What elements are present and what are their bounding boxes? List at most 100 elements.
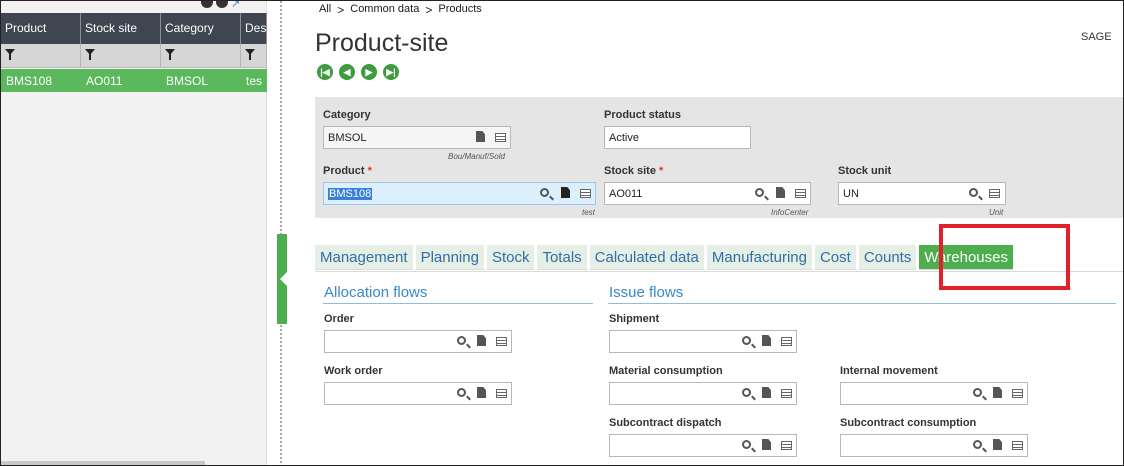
- document-icon[interactable]: [477, 335, 486, 346]
- next-record-icon[interactable]: ▶: [361, 64, 377, 80]
- filter-icon[interactable]: [245, 49, 255, 60]
- grid-col-product[interactable]: Product: [1, 13, 81, 44]
- work-order-field[interactable]: [324, 382, 512, 405]
- subcontract-consumption-label: Subcontract consumption: [840, 417, 977, 429]
- subcontract-consumption-field[interactable]: [840, 434, 1028, 457]
- internal-movement-field[interactable]: [840, 382, 1028, 405]
- category-field[interactable]: BMSOL: [323, 126, 511, 149]
- stock-unit-value: UN: [843, 188, 859, 200]
- expand-icon[interactable]: ↗: [231, 1, 240, 11]
- tab-cost[interactable]: Cost: [814, 245, 856, 270]
- search-icon[interactable]: [973, 388, 982, 397]
- search-icon[interactable]: [742, 336, 751, 345]
- stock-site-description: InfoCenter: [771, 208, 809, 217]
- list-prev-icon[interactable]: [201, 1, 213, 8]
- required-icon: *: [659, 165, 664, 177]
- stock-unit-label: Stock unit: [838, 165, 892, 177]
- breadcrumb-separator-icon: >: [425, 3, 433, 17]
- search-icon[interactable]: [742, 388, 751, 397]
- grid-col-category[interactable]: Category: [161, 13, 241, 44]
- product-status-value: Active: [609, 132, 639, 144]
- product-label: Product *: [323, 165, 372, 177]
- work-order-label: Work order: [324, 365, 383, 377]
- document-icon[interactable]: [993, 387, 1002, 398]
- internal-movement-label: Internal movement: [840, 365, 938, 377]
- grid-header: Product Stock site Category Des: [1, 13, 267, 44]
- breadcrumb-products[interactable]: Products: [438, 3, 481, 17]
- tab-calculated-data[interactable]: Calculated data: [589, 245, 704, 270]
- breadcrumb-all[interactable]: All: [319, 3, 331, 17]
- stock-unit-description: Unit: [989, 208, 1004, 217]
- tab-management[interactable]: Management: [315, 245, 413, 270]
- first-record-icon[interactable]: |◀: [317, 64, 333, 80]
- document-icon[interactable]: [762, 439, 771, 450]
- product-status-field[interactable]: Active: [604, 126, 751, 149]
- details-icon[interactable]: [795, 189, 806, 198]
- table-row[interactable]: BMS108 AO011 BMSOL tes: [1, 69, 267, 92]
- document-icon[interactable]: [477, 387, 486, 398]
- search-icon[interactable]: [973, 440, 982, 449]
- order-field[interactable]: [324, 330, 512, 353]
- page-title: Product-site: [315, 29, 449, 57]
- document-icon[interactable]: [561, 187, 570, 198]
- category-description: Bou/Manuf/Sold: [448, 152, 505, 161]
- details-icon[interactable]: [496, 337, 507, 346]
- document-icon[interactable]: [762, 335, 771, 346]
- breadcrumb-separator-icon: >: [337, 3, 345, 17]
- tab-planning[interactable]: Planning: [415, 245, 484, 270]
- collapse-panel-button[interactable]: [277, 234, 287, 324]
- tab-stock[interactable]: Stock: [486, 245, 535, 270]
- filter-icon[interactable]: [85, 49, 95, 60]
- material-consumption-field[interactable]: [609, 382, 797, 405]
- document-icon[interactable]: [776, 187, 785, 198]
- stock-site-field[interactable]: AO011: [604, 182, 811, 205]
- product-field[interactable]: BMS108: [323, 182, 596, 205]
- search-icon[interactable]: [969, 188, 978, 197]
- stock-unit-field[interactable]: UN: [838, 182, 1006, 205]
- record-nav: |◀ ◀ ▶ ▶|: [317, 64, 399, 80]
- search-icon[interactable]: [457, 336, 466, 345]
- app-window: ↗ Product Stock site Category Des BMS108…: [0, 0, 1124, 466]
- category-label: Category: [323, 109, 371, 121]
- filter-icon[interactable]: [165, 49, 175, 60]
- search-icon[interactable]: [755, 188, 764, 197]
- previous-record-icon[interactable]: ◀: [339, 64, 355, 80]
- grid-col-stock-site[interactable]: Stock site: [81, 13, 161, 44]
- search-icon[interactable]: [742, 440, 751, 449]
- details-icon[interactable]: [989, 189, 1000, 198]
- details-icon[interactable]: [781, 389, 792, 398]
- section-divider: [608, 303, 1116, 304]
- tab-bar: Management Planning Stock Totals Calcula…: [315, 245, 1013, 270]
- search-icon[interactable]: [540, 188, 549, 197]
- list-next-icon[interactable]: [216, 1, 228, 8]
- tab-counts[interactable]: Counts: [858, 245, 917, 270]
- details-icon[interactable]: [781, 441, 792, 450]
- tab-totals[interactable]: Totals: [537, 245, 587, 270]
- shipment-field[interactable]: [609, 330, 797, 353]
- product-value: BMS108: [328, 188, 373, 200]
- details-icon[interactable]: [580, 189, 591, 198]
- allocation-flows-title: Allocation flows: [324, 284, 428, 301]
- document-icon[interactable]: [762, 387, 771, 398]
- issue-flows-title: Issue flows: [609, 284, 684, 301]
- last-record-icon[interactable]: ▶|: [383, 64, 399, 80]
- grid-col-description[interactable]: Des: [241, 13, 267, 44]
- details-icon[interactable]: [781, 337, 792, 346]
- subcontract-dispatch-field[interactable]: [609, 434, 797, 457]
- stock-site-label: Stock site *: [604, 165, 664, 177]
- horizontal-scrollbar[interactable]: [1, 461, 205, 465]
- search-icon[interactable]: [457, 388, 466, 397]
- grid-filter-row: [1, 44, 267, 68]
- user-label[interactable]: SAGE: [1081, 31, 1112, 43]
- tab-manufacturing[interactable]: Manufacturing: [706, 245, 812, 270]
- document-icon[interactable]: [476, 131, 485, 142]
- details-icon[interactable]: [1012, 441, 1023, 450]
- filter-icon[interactable]: [5, 49, 15, 60]
- document-icon[interactable]: [993, 439, 1002, 450]
- details-icon[interactable]: [495, 133, 506, 142]
- details-icon[interactable]: [496, 389, 507, 398]
- cell-product: BMS108: [6, 74, 53, 88]
- breadcrumb-common-data[interactable]: Common data: [350, 3, 419, 17]
- details-icon[interactable]: [1012, 389, 1023, 398]
- stock-site-value: AO011: [609, 188, 643, 200]
